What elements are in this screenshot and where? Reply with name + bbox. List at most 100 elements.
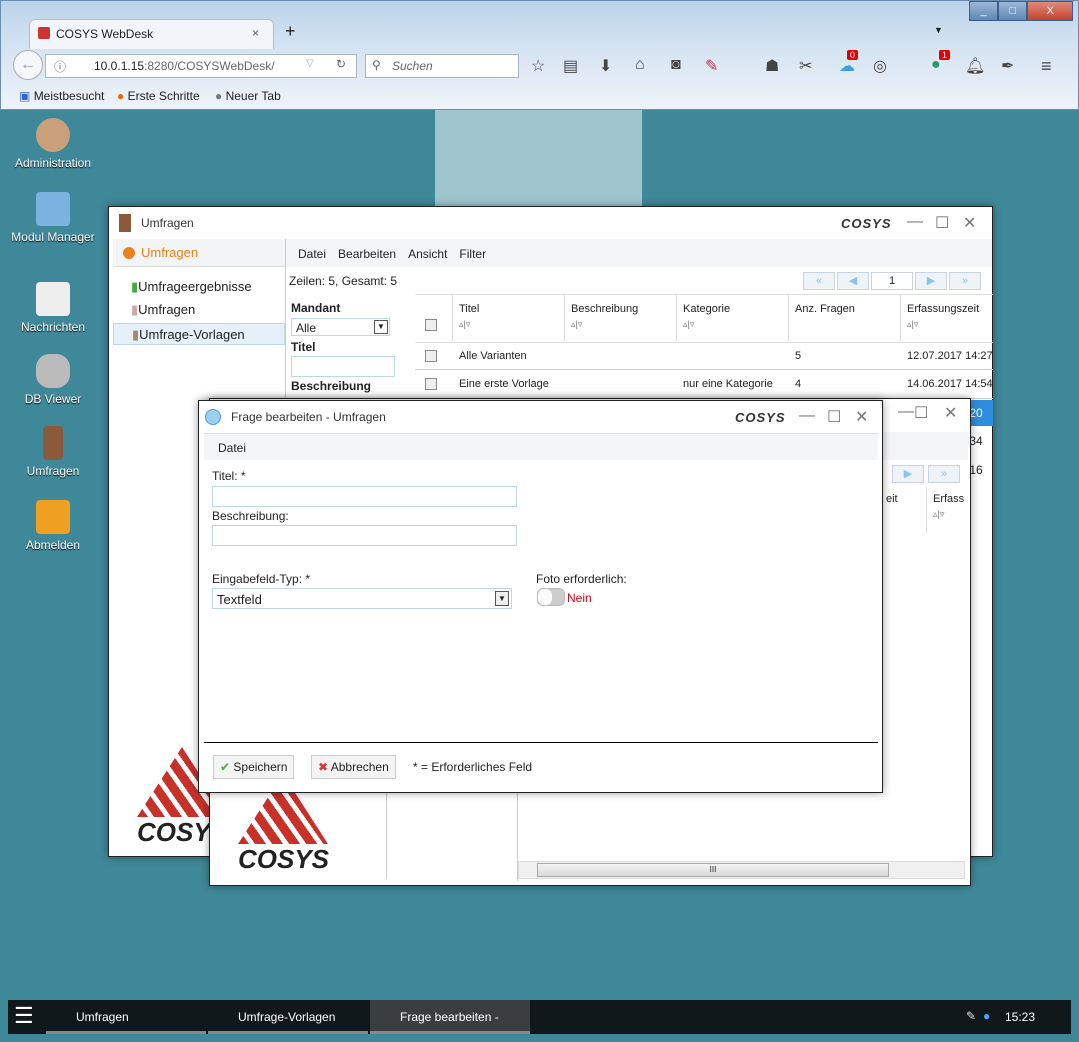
close-button[interactable]: ✕: [944, 403, 957, 423]
menu-filter[interactable]: Filter: [459, 247, 486, 261]
titel-filter-input[interactable]: [291, 356, 395, 377]
sort-icon[interactable]: ▵|▿: [933, 509, 960, 520]
taskbar-item-umfrage-vorlagen[interactable]: Umfrage-Vorlagen: [208, 1000, 368, 1034]
reading-list-icon[interactable]: ▤: [563, 56, 578, 76]
close-tab-icon[interactable]: ×: [252, 26, 259, 40]
column-anz-fragen[interactable]: Anz. Fragen: [789, 295, 901, 341]
back-button[interactable]: ←: [13, 50, 43, 80]
desktop-icon-umfragen[interactable]: Umfragen: [8, 426, 98, 478]
row-checkbox[interactable]: [425, 378, 437, 390]
desktop-icon-modul-manager[interactable]: Modul Manager: [8, 192, 98, 244]
taskbar-item-frage-bearbeiten[interactable]: Frage bearbeiten -: [370, 1000, 530, 1034]
maximize-button[interactable]: ☐: [935, 213, 949, 233]
download-icon[interactable]: ⬇: [599, 56, 612, 76]
maximize-button[interactable]: ☐: [827, 407, 841, 427]
minimize-button[interactable]: —: [799, 407, 815, 425]
ghostery-icon[interactable]: ☁ 0: [839, 50, 859, 76]
cancel-button[interactable]: ✖ Abbrechen: [311, 755, 396, 779]
cell-titel: Eine erste Vorlage: [459, 378, 549, 390]
page-input[interactable]: 1: [871, 272, 913, 290]
tab-list-icon[interactable]: ▼: [934, 25, 943, 35]
bookmark-meistbesucht[interactable]: ▣ Meistbesucht: [19, 89, 104, 103]
info-icon[interactable]: ●: [983, 1009, 990, 1023]
column-beschreibung[interactable]: Beschreibung ▵|▿: [565, 295, 677, 341]
nav-header[interactable]: Umfragen: [113, 239, 285, 267]
titel-input[interactable]: [212, 486, 517, 507]
info-icon[interactable]: ⓘ: [54, 58, 66, 75]
eingabefeld-typ-select[interactable]: Textfeld ▼: [212, 588, 512, 609]
prev-page-button[interactable]: ◀: [837, 272, 869, 290]
minimize-button[interactable]: —: [898, 403, 914, 421]
column-erfassungszeit[interactable]: Erfassungszeit ▵|▿: [901, 295, 993, 341]
search-box[interactable]: ⚲ Suchen: [365, 54, 519, 78]
nav-item-umfrage-vorlagen[interactable]: ▮Umfrage-Vorlagen: [113, 323, 285, 345]
sync-icon[interactable]: ● 1: [931, 50, 951, 74]
minimize-button[interactable]: —: [907, 213, 923, 231]
nav-item-umfragen[interactable]: ▮Umfragen: [131, 302, 195, 318]
maximize-button[interactable]: ☐: [914, 403, 928, 423]
window-titlebar[interactable]: Umfragen COSYS — ☐ ✕: [109, 207, 992, 239]
broom-icon[interactable]: ✎: [705, 56, 718, 76]
url-bar[interactable]: 10.0.1.15:8280/COSYSWebDesk/ ⓘ ▽ ↻: [45, 54, 357, 78]
menu-datei[interactable]: Datei: [298, 247, 326, 261]
bell-icon[interactable]: 🔔︎: [965, 56, 985, 76]
sort-icon[interactable]: ▵|▿: [683, 319, 782, 330]
menu-bearbeiten[interactable]: Bearbeiten: [338, 247, 396, 261]
envelope-icon: [36, 282, 70, 316]
chat-icon[interactable]: ◎: [873, 56, 887, 76]
search-placeholder: Suchen: [392, 59, 433, 73]
close-button[interactable]: ✕: [855, 407, 868, 427]
eyedropper-icon[interactable]: ✒: [1001, 56, 1014, 76]
sort-icon[interactable]: ▵|▿: [459, 319, 558, 330]
extension-icon[interactable]: ☗: [765, 56, 779, 76]
next-page-button[interactable]: ▶: [892, 465, 924, 483]
bookmark-star-icon[interactable]: ☆: [531, 56, 545, 76]
column-titel[interactable]: Titel ▵|▿: [453, 295, 565, 341]
scrollbar-thumb[interactable]: III: [537, 863, 889, 877]
first-page-button[interactable]: «: [803, 272, 835, 290]
bookmark-erste-schritte[interactable]: ● Erste Schritte: [117, 89, 200, 103]
menu-icon[interactable]: ≡: [1041, 56, 1052, 77]
mandant-select[interactable]: Alle ▼: [291, 318, 390, 336]
desktop-icon-db-viewer[interactable]: DB Viewer: [8, 354, 98, 406]
new-tab-button[interactable]: +: [285, 21, 296, 42]
select-all-checkbox[interactable]: [425, 319, 437, 331]
screenshot-icon[interactable]: ✂: [799, 56, 812, 76]
reload-icon[interactable]: ↻: [336, 57, 346, 71]
pocket-icon[interactable]: ◙: [671, 56, 681, 74]
dialog-titlebar[interactable]: Frage bearbeiten - Umfragen COSYS — ☐ ✕: [199, 401, 882, 433]
column-label: Titel: [459, 303, 480, 315]
taskbar-item-umfragen[interactable]: Umfragen: [46, 1000, 206, 1034]
foto-toggle[interactable]: [537, 588, 565, 606]
menu-ansicht[interactable]: Ansicht: [408, 247, 447, 261]
horizontal-scrollbar[interactable]: III: [518, 861, 965, 879]
home-icon[interactable]: ⌂: [635, 56, 645, 74]
last-page-button[interactable]: »: [949, 272, 981, 290]
start-menu-icon[interactable]: ☰: [14, 1005, 34, 1027]
dialog-menu-bar: Datei: [204, 433, 878, 460]
row-checkbox[interactable]: [425, 350, 437, 362]
nav-item-umfrageergebnisse[interactable]: ▮Umfrageergebnisse: [131, 279, 252, 295]
maximize-button[interactable]: □: [998, 1, 1028, 21]
close-button[interactable]: X: [1027, 1, 1073, 21]
beschreibung-input[interactable]: [212, 525, 517, 546]
menu-datei[interactable]: Datei: [218, 441, 246, 455]
last-page-button[interactable]: »: [928, 465, 960, 483]
save-button[interactable]: ✔ Speichern: [213, 755, 295, 779]
minimize-button[interactable]: _: [969, 1, 999, 21]
desktop-icon-abmelden[interactable]: Abmelden: [8, 500, 98, 552]
column-kategorie[interactable]: Kategorie ▵|▿: [677, 295, 789, 341]
sort-icon[interactable]: ▵|▿: [907, 319, 993, 330]
browser-tab[interactable]: COSYS WebDesk ×: [29, 19, 274, 49]
table-row[interactable]: Eine erste Vorlage nur eine Kategorie 4 14.…: [415, 371, 993, 399]
sort-icon[interactable]: ▵|▿: [571, 319, 670, 330]
bookmark-neuer-tab[interactable]: ● Neuer Tab: [215, 89, 281, 103]
desktop-icon-administration[interactable]: Administration: [8, 118, 98, 170]
pen-icon[interactable]: ✎: [966, 1009, 976, 1023]
column-erfassungszeit[interactable]: Erfass ▵|▿: [926, 487, 966, 533]
next-page-button[interactable]: ▶: [915, 272, 947, 290]
table-row[interactable]: Alle Varianten 5 12.07.2017 14:27: [415, 342, 993, 370]
desktop-icon-nachrichten[interactable]: Nachrichten: [8, 282, 98, 334]
close-button[interactable]: ✕: [963, 213, 976, 233]
dropdown-icon[interactable]: ▽: [306, 58, 314, 69]
